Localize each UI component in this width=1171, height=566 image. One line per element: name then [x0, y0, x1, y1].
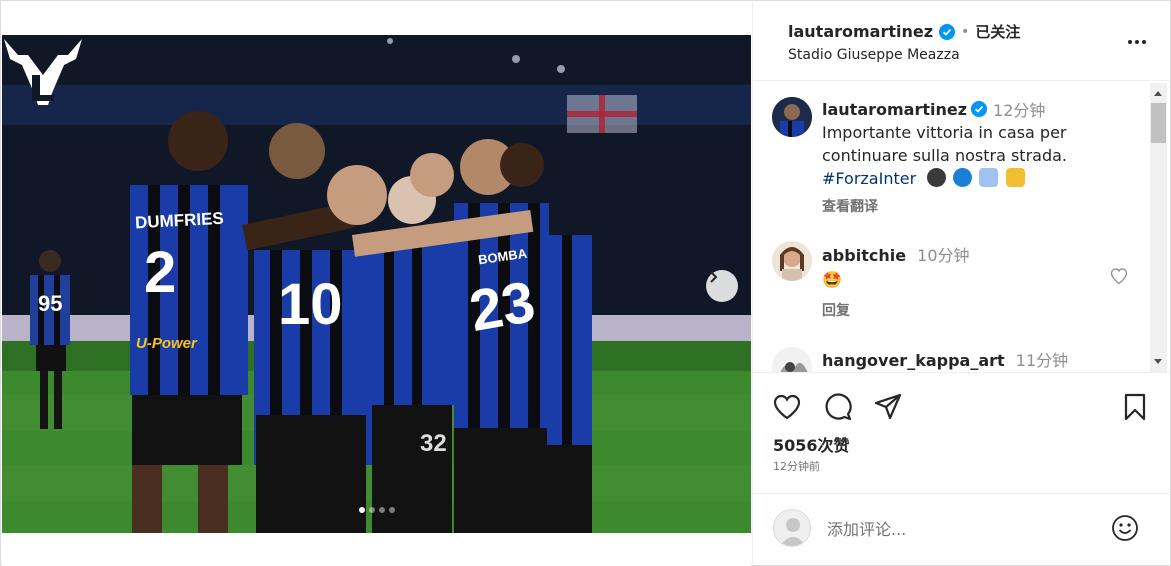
scrollbar-thumb[interactable]	[1151, 103, 1166, 143]
following-button[interactable]: 已关注	[975, 21, 1020, 42]
sponsor-upower: U-Power	[136, 335, 197, 352]
caption-line-1: Importante vittoria in casa per	[822, 123, 1067, 142]
carousel-dot	[358, 507, 365, 513]
comment-avatar[interactable]	[772, 241, 812, 281]
jersey-number-95: 95	[38, 291, 63, 316]
person-emoji-icon	[979, 168, 999, 187]
likes-count[interactable]: 5056次赞	[773, 432, 850, 456]
carousel-dot	[388, 507, 395, 513]
photo-illustration	[2, 35, 751, 533]
comment-bubble-icon[interactable]	[823, 392, 853, 422]
comment-time: 10分钟	[917, 246, 970, 265]
comments-scrollbar[interactable]	[1150, 83, 1167, 372]
post-media: DUMFRIES 2 10 BOMBA 23 95 32 U-Power	[2, 2, 751, 566]
share-paper-plane-icon[interactable]	[873, 392, 903, 422]
more-options-icon[interactable]	[1125, 30, 1149, 54]
comments-section[interactable]: lautaromartinez 12分钟 Importante vittoria…	[753, 82, 1171, 373]
scroll-up-arrow-icon[interactable]	[1154, 91, 1162, 96]
jersey-number-32: 32	[420, 430, 447, 457]
carousel-dot	[368, 507, 375, 513]
header-username[interactable]: lautaromartinez	[788, 22, 933, 41]
carousel-dots	[2, 507, 751, 513]
avatar-image	[772, 97, 812, 137]
header-separator: •	[961, 23, 970, 40]
post-photo[interactable]: DUMFRIES 2 10 BOMBA 23 95 32 U-Power	[2, 35, 751, 533]
comment-username[interactable]: hangover_kappa_art	[822, 351, 1005, 370]
scroll-down-arrow-icon[interactable]	[1154, 359, 1162, 364]
add-comment-bar	[753, 495, 1171, 566]
avatar-image	[772, 347, 812, 372]
post-dialog: DUMFRIES 2 10 BOMBA 23 95 32 U-Power lau…	[0, 0, 1171, 566]
hashtag-link[interactable]: #ForzaInter	[822, 169, 916, 188]
header-user-row: lautaromartinez • 已关注	[788, 21, 1020, 42]
flexed-biceps-emoji-icon	[1005, 168, 1025, 187]
post-location[interactable]: Stadio Giuseppe Meazza	[788, 47, 960, 63]
emoji-picker-icon[interactable]	[1110, 513, 1140, 543]
ml-logo-icon	[4, 39, 82, 105]
comment-text: 🤩	[822, 270, 842, 289]
comment-block: hangover_kappa_art 11分钟	[822, 347, 1122, 372]
blue-circle-emoji-icon	[953, 168, 973, 187]
caption-block: lautaromartinez 12分钟 Importante vittoria…	[822, 97, 1142, 216]
see-translation-link[interactable]: 查看翻译	[822, 196, 1142, 216]
comment-avatar[interactable]	[772, 347, 812, 372]
jersey-number-10: 10	[278, 272, 343, 337]
verified-badge-icon	[971, 101, 988, 117]
carousel-dot	[378, 507, 385, 513]
add-comment-input[interactable]	[827, 515, 1097, 543]
reply-link[interactable]: 回复	[822, 300, 1122, 320]
black-circle-emoji-icon	[927, 168, 947, 187]
jersey-number-23: 23	[464, 268, 540, 345]
avatar-image	[772, 241, 812, 281]
chevron-right-icon	[710, 271, 718, 283]
comment-block: abbitchie 10分钟 🤩 回复	[822, 242, 1122, 320]
save-bookmark-icon[interactable]	[1120, 392, 1150, 422]
current-user-avatar	[773, 509, 811, 547]
caption-avatar[interactable]	[772, 97, 812, 137]
next-photo-button[interactable]	[706, 270, 738, 302]
verified-badge-icon	[939, 23, 956, 40]
post-header: lautaromartinez • 已关注 Stadio Giuseppe Me…	[753, 2, 1171, 81]
default-avatar-icon	[774, 510, 810, 546]
comment-username[interactable]: abbitchie	[822, 246, 906, 265]
post-timestamp: 12分钟前	[773, 460, 820, 473]
jersey-number-2: 2	[144, 240, 177, 305]
comment-time: 11分钟	[1015, 351, 1069, 370]
caption-username[interactable]: lautaromartinez	[822, 100, 967, 119]
like-heart-icon[interactable]	[772, 392, 802, 422]
caption-time: 12分钟	[993, 101, 1046, 120]
caption-line-2: continuare sulla nostra strada.	[822, 146, 1067, 165]
post-sidebar: lautaromartinez • 已关注 Stadio Giuseppe Me…	[752, 2, 1171, 566]
heart-outline-icon[interactable]	[1109, 266, 1129, 286]
caption-hashtag-row: #ForzaInter	[822, 167, 1142, 190]
post-actions: 5056次赞 12分钟前	[753, 374, 1171, 494]
